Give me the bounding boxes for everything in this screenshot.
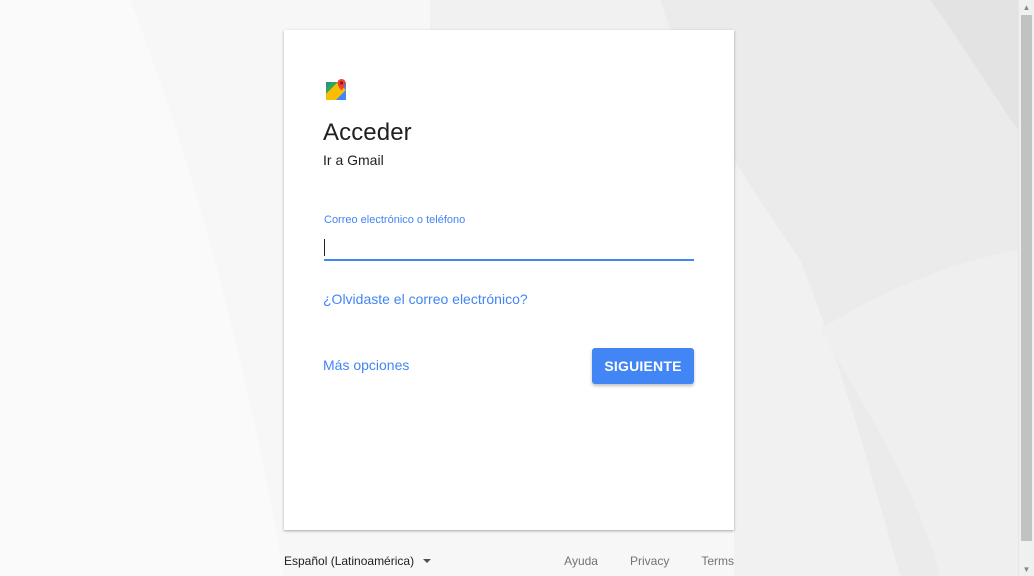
more-options-link[interactable]: Más opciones [323, 357, 409, 373]
scrollbar-thumb[interactable] [1021, 15, 1032, 541]
terms-link[interactable]: Terms [701, 554, 734, 568]
scroll-down-icon[interactable]: ▼ [1019, 562, 1034, 576]
text-cursor [324, 239, 325, 256]
page-subtitle: Ir a Gmail [323, 152, 384, 168]
language-selector[interactable]: Español (Latinoamérica) [284, 554, 432, 568]
scroll-up-icon[interactable]: ▲ [1019, 0, 1034, 14]
footer-links: Ayuda Privacy Terms [532, 554, 734, 568]
sign-in-card: Acceder Ir a Gmail Correo electrónico o … [284, 30, 734, 530]
email-field[interactable] [324, 236, 694, 260]
privacy-link[interactable]: Privacy [630, 554, 669, 568]
forgot-email-link[interactable]: ¿Olvidaste el correo electrónico? [323, 291, 528, 307]
vertical-scrollbar[interactable]: ▲ ▼ [1018, 0, 1034, 576]
page-title: Acceder [323, 119, 412, 146]
email-field-label: Correo electrónico o teléfono [324, 214, 466, 226]
email-field-underline [324, 259, 694, 261]
help-link[interactable]: Ayuda [564, 554, 598, 568]
caret-down-icon [423, 559, 432, 563]
google-maps-icon [324, 78, 348, 102]
footer: Español (Latinoamérica) Ayuda Privacy Te… [284, 552, 734, 572]
language-label: Español (Latinoamérica) [284, 554, 415, 568]
next-button[interactable]: SIGUIENTE [592, 348, 694, 384]
